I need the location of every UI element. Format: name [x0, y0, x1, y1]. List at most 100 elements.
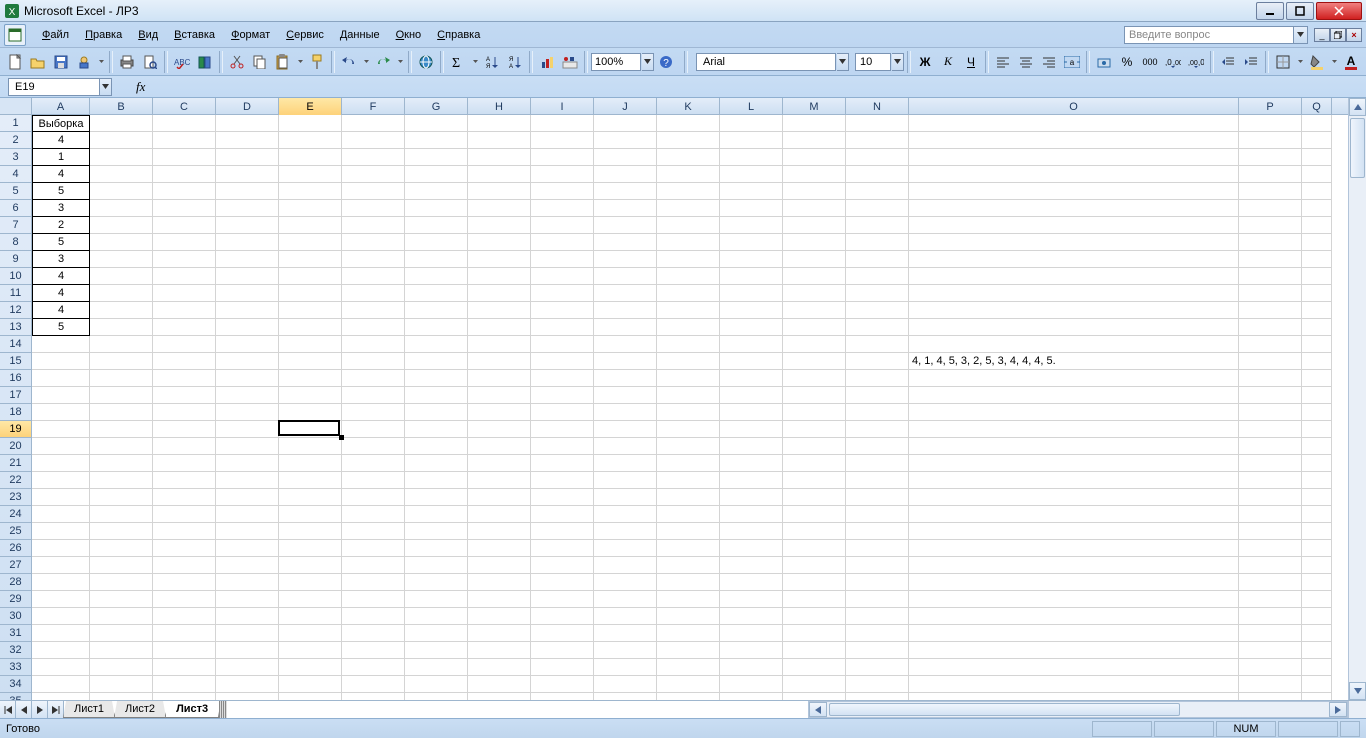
col-header-G[interactable]: G [405, 98, 468, 115]
cell-O11[interactable] [909, 285, 1239, 302]
cell-Q16[interactable] [1302, 370, 1332, 387]
sort-desc-button[interactable]: ЯА [504, 51, 526, 73]
cell-F11[interactable] [342, 285, 405, 302]
cell-D22[interactable] [216, 472, 279, 489]
chart-wizard-button[interactable] [536, 51, 558, 73]
cell-C26[interactable] [153, 540, 216, 557]
cell-D16[interactable] [216, 370, 279, 387]
cell-G34[interactable] [405, 676, 468, 693]
maximize-button[interactable] [1286, 2, 1314, 20]
cell-M26[interactable] [783, 540, 846, 557]
cell-I27[interactable] [531, 557, 594, 574]
cell-O18[interactable] [909, 404, 1239, 421]
cell-E5[interactable] [279, 183, 342, 200]
cell-D27[interactable] [216, 557, 279, 574]
open-button[interactable] [27, 51, 49, 73]
cell-H34[interactable] [468, 676, 531, 693]
row-header-8[interactable]: 8 [0, 234, 31, 251]
cell-H19[interactable] [468, 421, 531, 438]
row-header-24[interactable]: 24 [0, 506, 31, 523]
cell-B5[interactable] [90, 183, 153, 200]
cell-E26[interactable] [279, 540, 342, 557]
cell-A5[interactable]: 5 [32, 183, 90, 200]
cell-B25[interactable] [90, 523, 153, 540]
cell-E15[interactable] [279, 353, 342, 370]
cell-P14[interactable] [1239, 336, 1302, 353]
cell-J12[interactable] [594, 302, 657, 319]
cell-C27[interactable] [153, 557, 216, 574]
cell-D12[interactable] [216, 302, 279, 319]
cell-O16[interactable] [909, 370, 1239, 387]
currency-button[interactable] [1093, 51, 1115, 73]
cell-O23[interactable] [909, 489, 1239, 506]
help-button[interactable]: ? [655, 51, 677, 73]
cell-C30[interactable] [153, 608, 216, 625]
font-size-input[interactable]: 10 [855, 53, 891, 71]
cell-C19[interactable] [153, 421, 216, 438]
cell-D4[interactable] [216, 166, 279, 183]
cell-F19[interactable] [342, 421, 405, 438]
cell-D33[interactable] [216, 659, 279, 676]
cell-L29[interactable] [720, 591, 783, 608]
cell-G18[interactable] [405, 404, 468, 421]
cell-E1[interactable] [279, 115, 342, 132]
cell-K2[interactable] [657, 132, 720, 149]
cell-C5[interactable] [153, 183, 216, 200]
cell-J6[interactable] [594, 200, 657, 217]
cell-F28[interactable] [342, 574, 405, 591]
cell-H14[interactable] [468, 336, 531, 353]
cell-M18[interactable] [783, 404, 846, 421]
cell-K15[interactable] [657, 353, 720, 370]
cell-H21[interactable] [468, 455, 531, 472]
cell-N27[interactable] [846, 557, 909, 574]
cell-H13[interactable] [468, 319, 531, 336]
cell-E11[interactable] [279, 285, 342, 302]
cell-I23[interactable] [531, 489, 594, 506]
cell-N12[interactable] [846, 302, 909, 319]
cell-P7[interactable] [1239, 217, 1302, 234]
cell-O20[interactable] [909, 438, 1239, 455]
cell-C9[interactable] [153, 251, 216, 268]
cell-O26[interactable] [909, 540, 1239, 557]
menu-правка[interactable]: Правка [77, 26, 130, 44]
font-size-dropdown[interactable] [892, 53, 904, 71]
cell-D1[interactable] [216, 115, 279, 132]
cell-L1[interactable] [720, 115, 783, 132]
cell-Q27[interactable] [1302, 557, 1332, 574]
cell-C15[interactable] [153, 353, 216, 370]
cell-Q11[interactable] [1302, 285, 1332, 302]
cell-J4[interactable] [594, 166, 657, 183]
cell-D25[interactable] [216, 523, 279, 540]
cell-M27[interactable] [783, 557, 846, 574]
cell-H22[interactable] [468, 472, 531, 489]
cell-H7[interactable] [468, 217, 531, 234]
row-header-25[interactable]: 25 [0, 523, 31, 540]
col-header-K[interactable]: K [657, 98, 720, 115]
research-button[interactable] [194, 51, 216, 73]
cell-F9[interactable] [342, 251, 405, 268]
cell-M14[interactable] [783, 336, 846, 353]
cell-B20[interactable] [90, 438, 153, 455]
cell-L2[interactable] [720, 132, 783, 149]
merge-center-button[interactable]: a [1061, 51, 1083, 73]
cell-Q21[interactable] [1302, 455, 1332, 472]
help-search-input[interactable]: Введите вопрос [1124, 26, 1294, 44]
cell-P27[interactable] [1239, 557, 1302, 574]
cell-E16[interactable] [279, 370, 342, 387]
row-header-14[interactable]: 14 [0, 336, 31, 353]
cell-M33[interactable] [783, 659, 846, 676]
font-color-button[interactable]: A [1340, 51, 1362, 73]
cell-O35[interactable] [909, 693, 1239, 700]
row-header-4[interactable]: 4 [0, 166, 31, 183]
cell-Q8[interactable] [1302, 234, 1332, 251]
cell-O25[interactable] [909, 523, 1239, 540]
cell-Q28[interactable] [1302, 574, 1332, 591]
cell-O4[interactable] [909, 166, 1239, 183]
row-header-11[interactable]: 11 [0, 285, 31, 302]
cell-G3[interactable] [405, 149, 468, 166]
cell-G23[interactable] [405, 489, 468, 506]
cell-H20[interactable] [468, 438, 531, 455]
help-search-dropdown[interactable] [1294, 26, 1308, 44]
cell-H31[interactable] [468, 625, 531, 642]
cell-G22[interactable] [405, 472, 468, 489]
